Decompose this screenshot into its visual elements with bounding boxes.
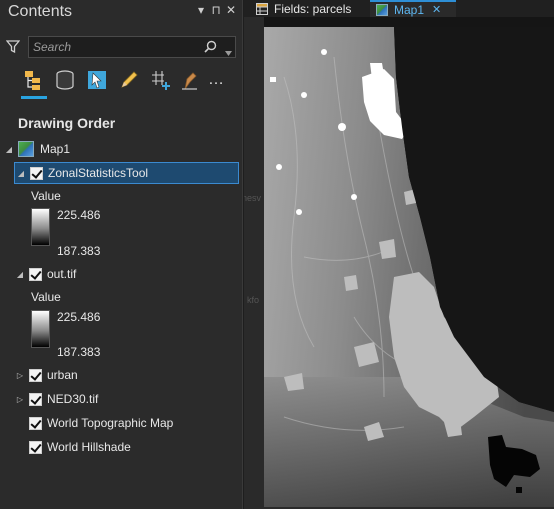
urban-area	[351, 194, 357, 200]
layer-name: World Hillshade	[47, 440, 131, 454]
list-by-selection-icon[interactable]	[85, 68, 109, 92]
legend-max-value: 225.486	[57, 208, 101, 222]
map-icon	[18, 141, 34, 157]
expand-arrow-icon[interactable]: ◢	[15, 270, 25, 279]
zonal-zone	[344, 275, 358, 291]
contents-pane: Contents ▾ ⊓ ✕ Search … Drawing Order ◢ …	[0, 0, 243, 509]
layer-name: out.tif	[47, 267, 77, 281]
tree-item-map1[interactable]: ◢ Map1	[4, 139, 70, 159]
tree-item-layer-urban[interactable]: ▷ urban	[15, 365, 78, 385]
tree-item-layer-out-tif[interactable]: ◢ out.tif	[15, 264, 76, 284]
legend-title: Value	[31, 290, 61, 304]
search-icon[interactable]	[204, 40, 217, 58]
urban-area	[321, 49, 327, 55]
collapse-arrow-icon[interactable]: ▷	[15, 371, 25, 380]
layer-visibility-checkbox[interactable]	[29, 440, 42, 454]
urban-area	[276, 164, 282, 170]
map-canvas[interactable]	[244, 17, 554, 509]
expand-arrow-icon[interactable]: ◢	[16, 169, 26, 178]
list-by-labeling-icon[interactable]	[178, 68, 202, 92]
layer-visibility-checkbox[interactable]	[29, 392, 42, 406]
urban-area	[270, 77, 276, 82]
layer-visibility-checkbox[interactable]	[30, 166, 43, 180]
color-ramp	[31, 208, 50, 246]
drawing-order-heading: Drawing Order	[18, 115, 116, 131]
list-by-editing-icon[interactable]	[117, 68, 141, 92]
filter-icon[interactable]	[5, 40, 21, 58]
view-tab-bar: Fields: parcels Map1 ✕	[244, 0, 554, 17]
tab-map1[interactable]: Map1 ✕	[370, 0, 456, 17]
legend-title: Value	[31, 189, 61, 203]
more-icon[interactable]: …	[204, 68, 228, 92]
urban-area	[301, 92, 307, 98]
tab-fields-parcels[interactable]: Fields: parcels	[250, 0, 357, 17]
legend-max-value: 225.486	[57, 310, 101, 324]
pane-menu-button[interactable]: ▾	[194, 3, 208, 17]
list-by-data-source-icon[interactable]	[53, 68, 77, 92]
map-icon	[376, 3, 388, 16]
layer-name: ZonalStatisticsTool	[48, 166, 149, 180]
search-input[interactable]	[33, 39, 193, 55]
close-pane-button[interactable]: ✕	[224, 3, 238, 17]
layer-name: urban	[47, 368, 78, 382]
tab-label: Map1	[394, 2, 425, 17]
tree-item-layer-ned30-tif[interactable]: ▷ NED30.tif	[15, 389, 98, 409]
layer-visibility-checkbox[interactable]	[29, 416, 42, 430]
pin-icon[interactable]: ⊓	[209, 3, 223, 17]
chevron-down-icon[interactable]	[225, 43, 232, 61]
list-by-snapping-icon[interactable]	[149, 68, 173, 92]
map-frame	[244, 17, 264, 509]
table-icon	[256, 2, 268, 15]
layer-visibility-checkbox[interactable]	[29, 267, 42, 281]
layer-name: World Topographic Map	[47, 416, 174, 430]
zonal-zone	[379, 239, 396, 259]
urban-area	[296, 209, 302, 215]
place-label: nesv	[244, 193, 262, 203]
close-tab-icon[interactable]: ✕	[432, 3, 441, 16]
tree-item-layer-world-topographic-map[interactable]: World Topographic Map	[29, 413, 173, 433]
place-label: kfo	[247, 295, 260, 305]
low-value-zone	[516, 487, 522, 493]
legend-min-value: 187.383	[57, 345, 101, 359]
tree-item-layer-zonalstatisticstool[interactable]: ◢ ZonalStatisticsTool	[14, 162, 239, 184]
pane-title: Contents	[8, 3, 73, 20]
layer-visibility-checkbox[interactable]	[29, 368, 42, 382]
map-view[interactable]: nesv kfo	[244, 17, 554, 509]
tab-label: Fields: parcels	[274, 1, 352, 16]
tree-item-layer-world-hillshade[interactable]: World Hillshade	[29, 437, 131, 457]
expand-arrow-icon[interactable]: ◢	[4, 145, 14, 154]
layer-name: NED30.tif	[47, 392, 99, 406]
search-box	[28, 36, 236, 58]
active-tool-indicator	[21, 96, 47, 99]
urban-area	[338, 123, 346, 131]
color-ramp	[31, 310, 50, 348]
collapse-arrow-icon[interactable]: ▷	[15, 395, 25, 404]
list-by-drawing-order-icon[interactable]	[22, 68, 46, 92]
map-name: Map1	[40, 142, 71, 156]
legend-min-value: 187.383	[57, 244, 101, 258]
